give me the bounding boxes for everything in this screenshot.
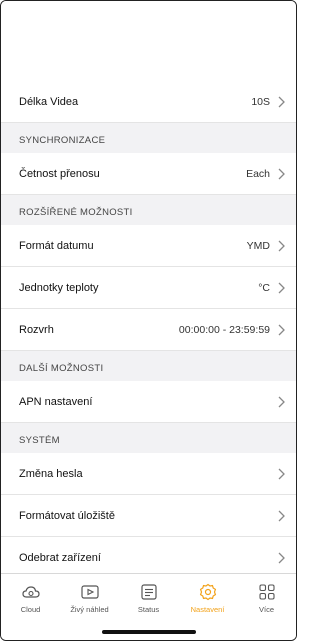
- tab-live-view[interactable]: Živý náhled: [62, 582, 118, 614]
- row-transfer-frequency[interactable]: Četnost přenosu Each: [1, 153, 296, 195]
- row-value: 00:00:00 - 23:59:59: [178, 323, 270, 336]
- status-icon: [140, 584, 157, 600]
- tab-status[interactable]: Status: [121, 582, 177, 614]
- chevron-right-icon: [278, 510, 285, 521]
- section-header-sync: SYNCHRONIZACE: [1, 123, 296, 153]
- section-header-system: SYSTÉM: [1, 423, 296, 453]
- tab-label: Více: [258, 605, 274, 614]
- chevron-right-icon: [278, 240, 285, 251]
- row-apn-settings[interactable]: APN nastavení: [1, 381, 296, 423]
- tab-label: Nastavení: [190, 605, 225, 614]
- chevron-right-icon: [278, 396, 285, 407]
- row-label: APN nastavení: [19, 395, 93, 408]
- section-header-more: DALŠÍ MOŽNOSTI: [1, 351, 296, 381]
- row-change-password[interactable]: Změna hesla: [1, 453, 296, 495]
- row-format-storage[interactable]: Formátovat úložiště: [1, 495, 296, 537]
- row-label: Odebrat zařízení: [19, 551, 101, 564]
- row-label: Četnost přenosu: [19, 167, 100, 180]
- section-header-advanced: ROZŠÍŘENÉ MOŽNOSTI: [1, 195, 296, 225]
- header-area: [1, 1, 296, 81]
- live-view-icon: [80, 585, 99, 599]
- chevron-right-icon: [278, 468, 285, 479]
- chevron-right-icon: [278, 282, 285, 293]
- tab-label: Status: [137, 605, 160, 614]
- row-label: Délka Videa: [19, 95, 79, 108]
- chevron-right-icon: [278, 168, 285, 179]
- row-label: Formát datumu: [19, 239, 94, 252]
- tab-settings[interactable]: Nastavení: [180, 582, 236, 614]
- settings-screen: Délka Videa 10S SYNCHRONIZACE Četnost př…: [0, 0, 297, 641]
- bottom-tab-bar: Cloud Živý náhled Status Nastavení Více: [1, 573, 296, 640]
- row-label: Formátovat úložiště: [19, 509, 115, 522]
- settings-icon: [199, 583, 216, 601]
- tab-label: Živý náhled: [70, 605, 109, 614]
- row-value: Each: [246, 167, 270, 180]
- chevron-right-icon: [278, 324, 285, 335]
- tab-cloud[interactable]: Cloud: [3, 582, 59, 614]
- row-video-length[interactable]: Délka Videa 10S: [1, 81, 296, 123]
- tab-more[interactable]: Více: [239, 582, 295, 614]
- row-schedule[interactable]: Rozvrh 00:00:00 - 23:59:59: [1, 309, 296, 351]
- row-label: Jednotky teploty: [19, 281, 99, 294]
- row-value: 10S: [251, 95, 270, 108]
- tab-label: Cloud: [20, 605, 41, 614]
- row-label: Rozvrh: [19, 323, 54, 336]
- row-label: Změna hesla: [19, 467, 83, 480]
- home-indicator: [101, 630, 196, 634]
- row-date-format[interactable]: Formát datumu YMD: [1, 225, 296, 267]
- more-grid-icon: [258, 584, 275, 600]
- chevron-right-icon: [278, 552, 285, 563]
- row-value: °C: [258, 281, 270, 294]
- row-temperature-units[interactable]: Jednotky teploty °C: [1, 267, 296, 309]
- chevron-right-icon: [278, 96, 285, 107]
- cloud-icon: [21, 586, 40, 598]
- row-value: YMD: [246, 239, 270, 252]
